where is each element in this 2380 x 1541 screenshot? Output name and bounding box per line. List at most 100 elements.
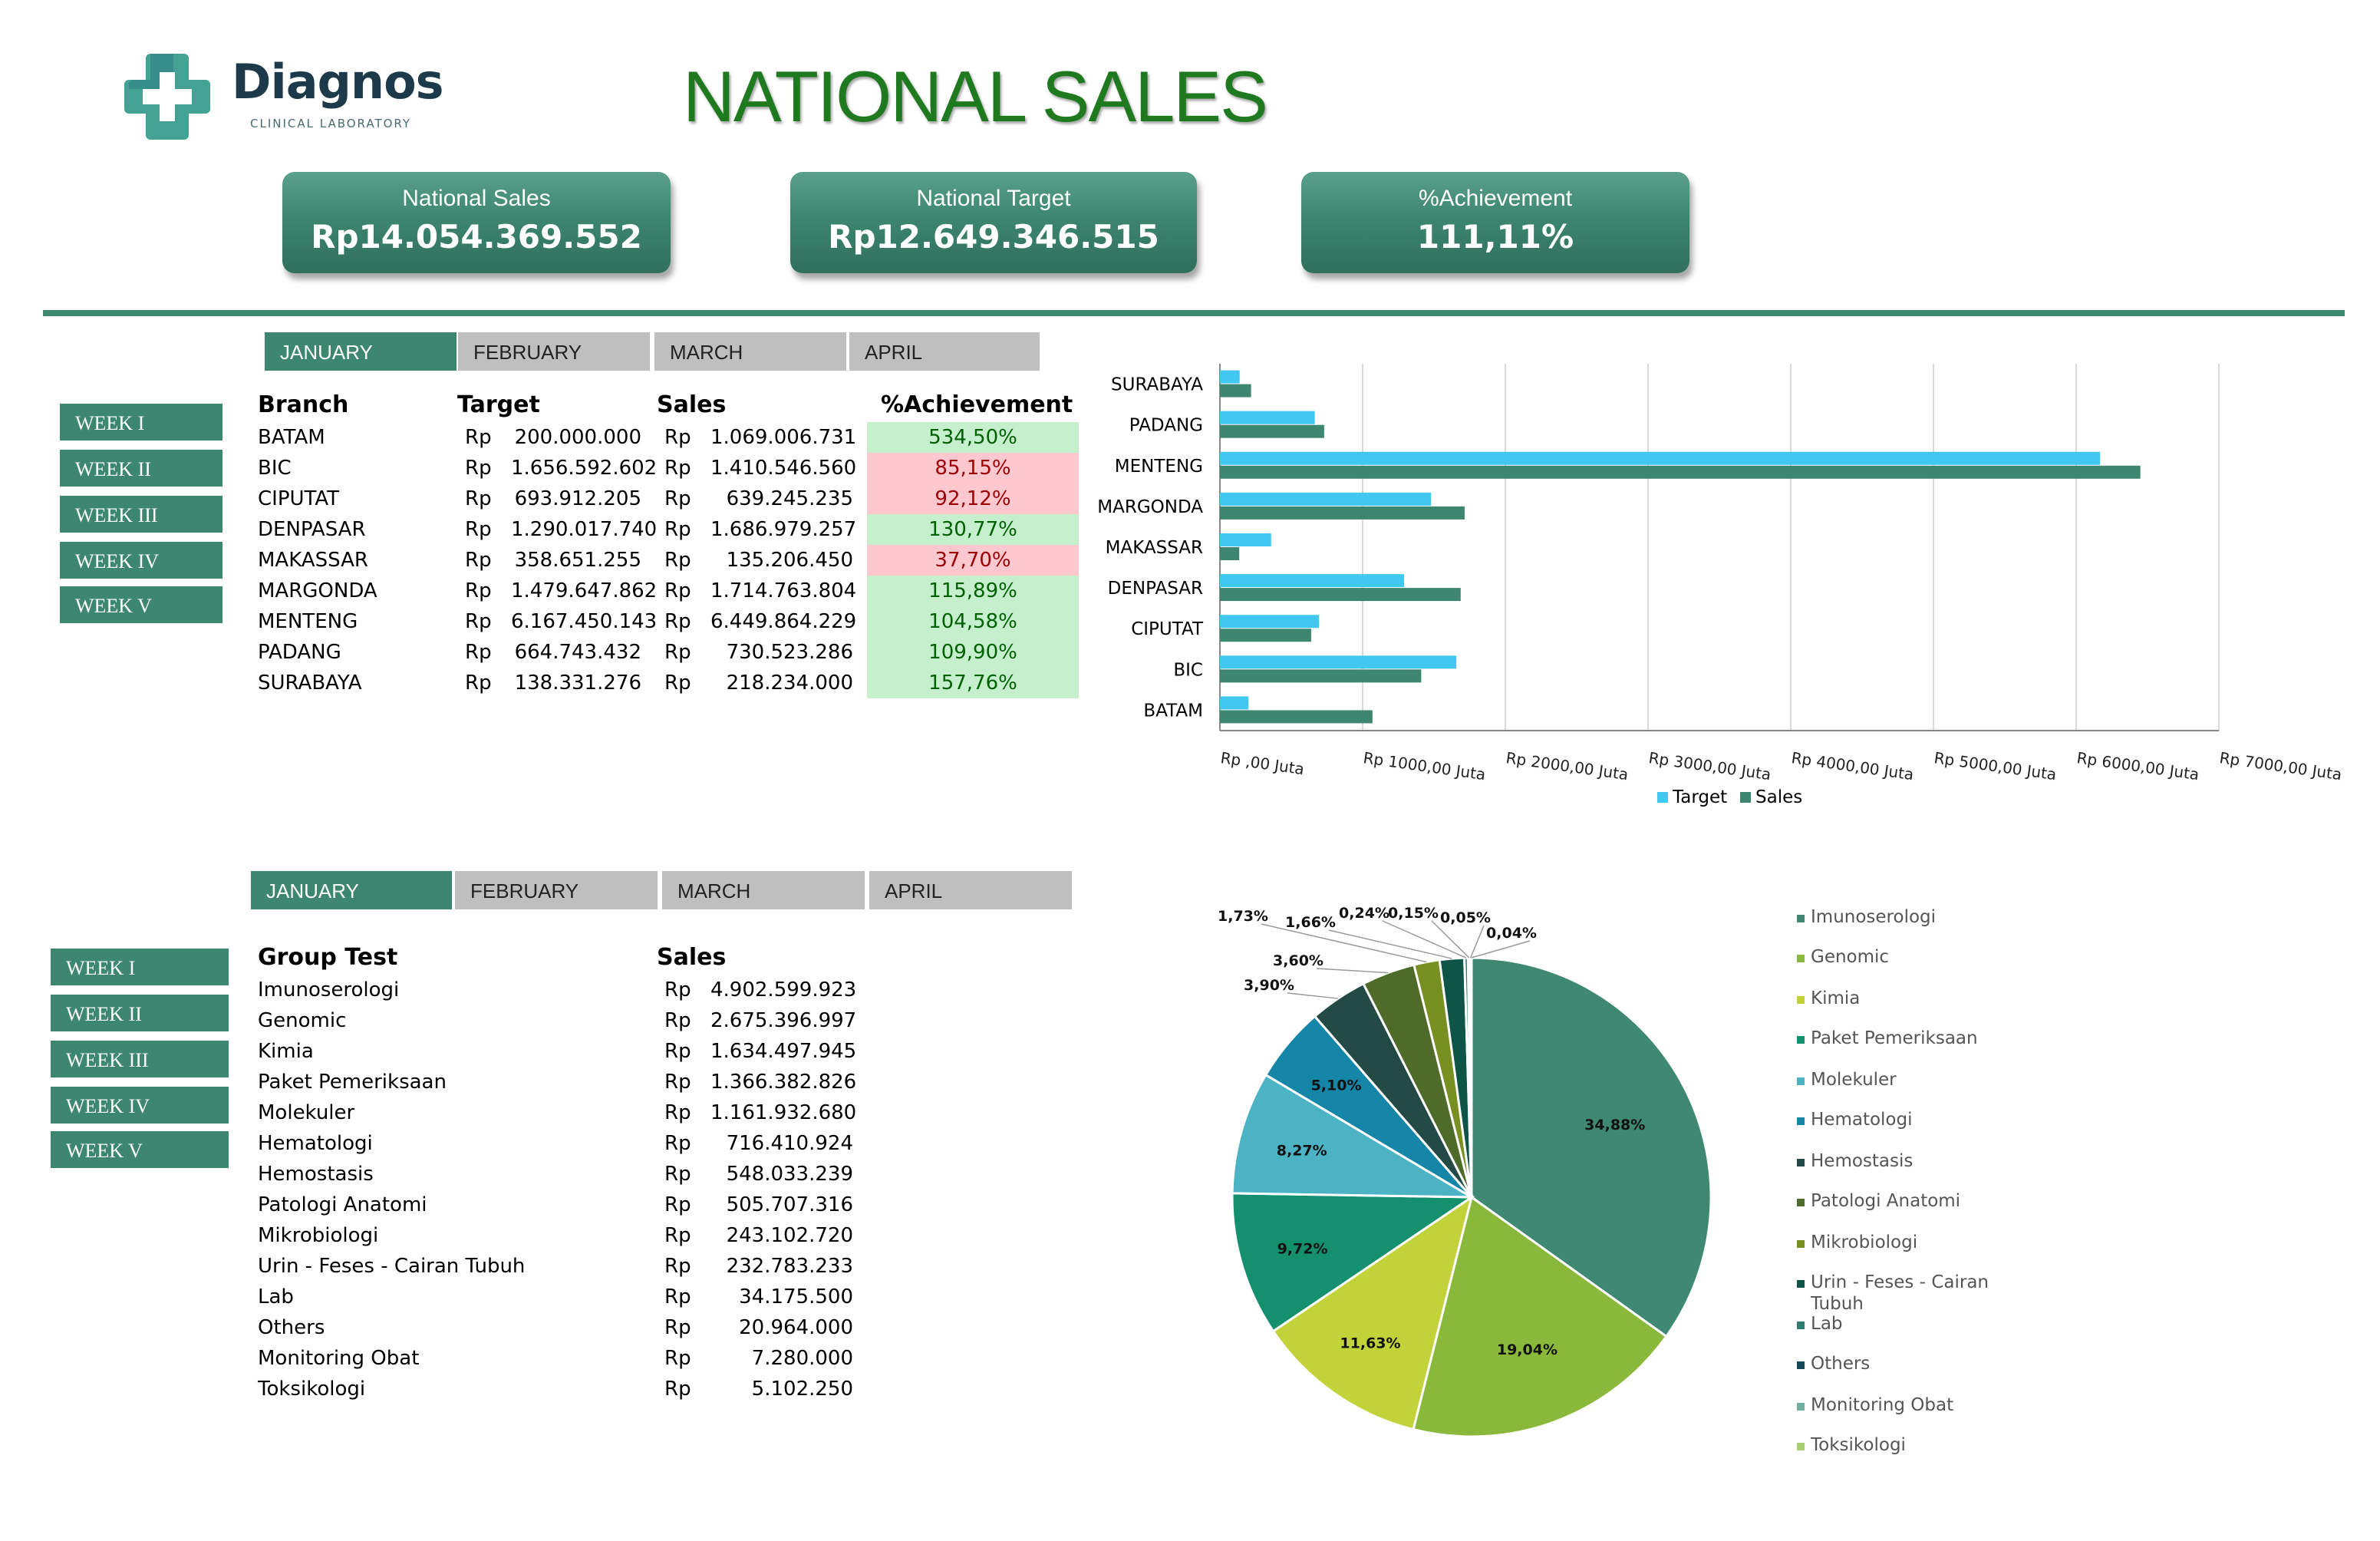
category-label: BATAM xyxy=(1143,701,1203,721)
currency-label: Rp xyxy=(664,1285,691,1308)
achievement-value: 109,90% xyxy=(867,637,1079,668)
table-row: Molekuler Rp 1.161.932.680 xyxy=(258,1097,872,1128)
currency-label: Rp xyxy=(465,641,492,664)
week-1-button[interactable]: WEEK I xyxy=(60,404,223,444)
table-row: Monitoring Obat Rp 7.280.000 xyxy=(258,1343,872,1374)
legend-label: Molekuler xyxy=(1811,1070,1897,1090)
achievement-value: 115,89% xyxy=(867,576,1079,606)
table-row: Kimia Rp 1.634.497.945 xyxy=(258,1036,872,1067)
bar-sales xyxy=(1220,506,1465,520)
branch-name: DENPASAR xyxy=(258,518,366,541)
pie-data-label: 0,15% xyxy=(1388,905,1439,922)
sales-value: 1.410.546.560 xyxy=(710,457,857,480)
tab-april-bottom[interactable]: APRIL xyxy=(869,870,1073,910)
legend-swatch xyxy=(1797,955,1805,962)
achievement-value: 104,58% xyxy=(867,606,1079,637)
week-1-button-bottom[interactable]: WEEK I xyxy=(51,949,229,988)
target-value: 200.000.000 xyxy=(514,426,641,449)
target-value: 1.479.647.862 xyxy=(511,579,658,602)
bar-sales xyxy=(1220,547,1240,560)
group-name: Genomic xyxy=(258,1009,347,1032)
legend-label: Genomic xyxy=(1811,947,1889,967)
tab-april[interactable]: APRIL xyxy=(849,332,1040,371)
pie-slice xyxy=(1469,956,1473,1198)
bar-target xyxy=(1220,370,1240,384)
bar-sales xyxy=(1220,629,1311,642)
table-row: BIC Rp 1.656.592.602 Rp 1.410.546.560 85,15% xyxy=(258,453,1079,483)
week-4-button[interactable]: WEEK IV xyxy=(60,542,223,582)
target-value: 138.331.276 xyxy=(514,672,641,695)
category-label: SURABAYA xyxy=(1111,375,1203,395)
currency-label: Rp xyxy=(664,1009,691,1032)
x-tick-label: Rp 2000,00 Juta xyxy=(1505,748,1629,784)
target-value: 1.656.592.602 xyxy=(511,457,658,480)
tab-february-bottom[interactable]: FEBRUARY xyxy=(454,870,658,910)
tab-february[interactable]: FEBRUARY xyxy=(457,332,651,371)
sales-value: 1.069.006.731 xyxy=(710,426,857,449)
target-value: 693.912.205 xyxy=(514,487,641,510)
pie-data-label: 19,04% xyxy=(1497,1341,1558,1358)
kpi-value: Rp14.054.369.552 xyxy=(311,218,642,256)
category-label: MAKASSAR xyxy=(1106,538,1203,558)
branch-name: MARGONDA xyxy=(258,579,377,602)
group-sales-value: 1.161.932.680 xyxy=(710,1101,857,1124)
x-tick-label: Rp 6000,00 Juta xyxy=(2075,748,2200,784)
sales-value: 730.523.286 xyxy=(726,641,853,664)
bar-target xyxy=(1220,533,1271,546)
x-tick-label: Rp 3000,00 Juta xyxy=(1647,748,1772,784)
currency-label: Rp xyxy=(664,1378,691,1401)
bar-target xyxy=(1220,451,2101,465)
kpi-label: National Target xyxy=(916,186,1071,211)
table-row: Hematologi Rp 716.410.924 xyxy=(258,1128,872,1159)
currency-label: Rp xyxy=(465,549,492,572)
week-5-button[interactable]: WEEK V xyxy=(60,586,223,626)
sales-value: 6.449.864.229 xyxy=(710,610,857,633)
currency-label: Rp xyxy=(664,457,691,480)
legend-label: Lab xyxy=(1811,1314,1843,1334)
legend-swatch xyxy=(1797,1077,1805,1085)
currency-label: Rp xyxy=(465,426,492,449)
legend-label: Others xyxy=(1811,1354,1870,1374)
tab-january[interactable]: JANUARY xyxy=(264,332,457,371)
table-row: MARGONDA Rp 1.479.647.862 Rp 1.714.763.804 11… xyxy=(258,576,1079,606)
group-name: Kimia xyxy=(258,1040,314,1063)
leader-line xyxy=(1470,925,1485,959)
category-label: MENTENG xyxy=(1115,457,1203,477)
week-2-button-bottom[interactable]: WEEK II xyxy=(51,995,229,1034)
week-3-button[interactable]: WEEK III xyxy=(60,496,223,536)
x-tick-label: Rp 1000,00 Juta xyxy=(1362,748,1486,784)
header-group-test: Group Test xyxy=(258,944,398,971)
group-sales-value: 2.675.396.997 xyxy=(710,1009,857,1032)
brand-logo: Diagnos CLINICAL LABORATORY xyxy=(120,49,444,149)
brand-name: Diagnos xyxy=(232,54,444,110)
header-achievement: %Achievement xyxy=(881,391,1073,418)
branch-name: BATAM xyxy=(258,426,325,449)
group-sales-value: 34.175.500 xyxy=(739,1285,853,1308)
category-label: CIPUTAT xyxy=(1131,619,1204,639)
tab-january-bottom[interactable]: JANUARY xyxy=(250,870,453,910)
legend-label: Sales xyxy=(1755,787,1802,807)
group-sales-value: 7.280.000 xyxy=(751,1347,853,1370)
tab-march-bottom[interactable]: MARCH xyxy=(661,870,865,910)
week-5-button-bottom[interactable]: WEEK V xyxy=(51,1131,229,1171)
table-row: MAKASSAR Rp 358.651.255 Rp 135.206.450 37,70% xyxy=(258,545,1079,576)
week-2-button[interactable]: WEEK II xyxy=(60,450,223,490)
currency-label: Rp xyxy=(664,579,691,602)
group-sales-value: 716.410.924 xyxy=(726,1132,853,1155)
bar-sales xyxy=(1220,710,1373,724)
kpi-label: %Achievement xyxy=(1418,186,1573,211)
table-row: Mikrobiologi Rp 243.102.720 xyxy=(258,1220,872,1251)
legend-swatch xyxy=(1797,1403,1805,1411)
kpi-value: Rp12.649.346.515 xyxy=(828,218,1159,256)
currency-label: Rp xyxy=(465,610,492,633)
week-3-button-bottom[interactable]: WEEK III xyxy=(51,1041,229,1081)
bar-target xyxy=(1220,492,1432,506)
week-4-button-bottom[interactable]: WEEK IV xyxy=(51,1087,229,1127)
tab-march[interactable]: MARCH xyxy=(654,332,847,371)
legend-swatch xyxy=(1797,996,1805,1004)
group-name: Mikrobiologi xyxy=(258,1224,379,1247)
currency-label: Rp xyxy=(465,672,492,695)
group-name: Monitoring Obat xyxy=(258,1347,420,1370)
legend-swatch xyxy=(1797,1159,1805,1166)
currency-label: Rp xyxy=(664,610,691,633)
